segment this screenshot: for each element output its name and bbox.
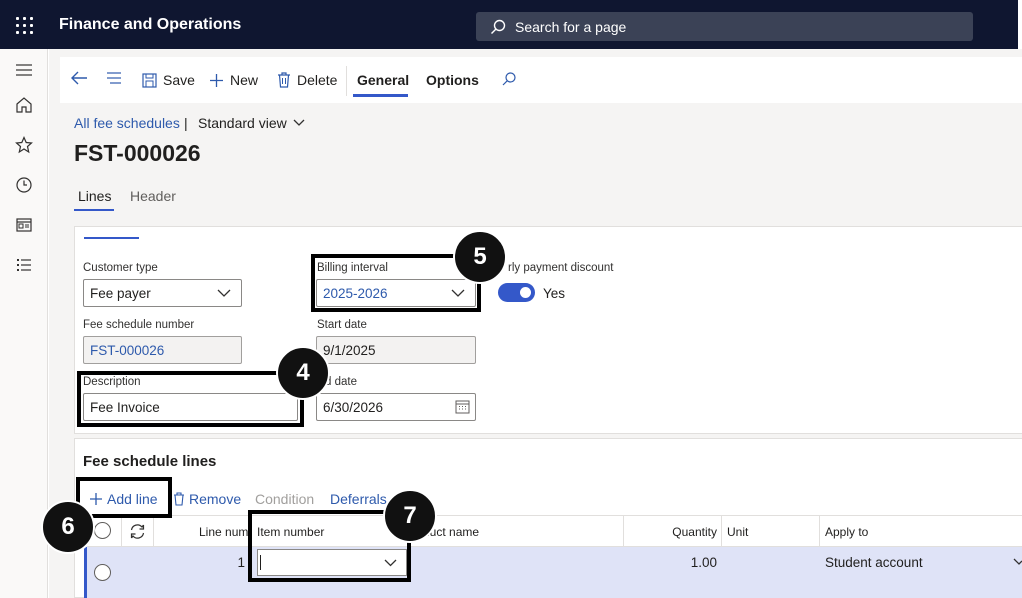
save-icon [142, 72, 157, 88]
trash-icon [174, 492, 184, 506]
tab-lines[interactable]: Lines [78, 188, 111, 204]
end-date-label: d date [325, 376, 357, 388]
deferrals-button[interactable]: Deferrals [330, 491, 387, 507]
search-icon [491, 19, 506, 34]
trash-icon [278, 72, 290, 88]
modules-list-icon[interactable] [15, 256, 33, 274]
view-selector[interactable]: Standard view [198, 115, 305, 131]
tab-lines-underline [74, 209, 114, 211]
end-date-input[interactable]: 6/30/2026 [316, 393, 476, 421]
page-title: FST-000026 [74, 140, 201, 166]
row-select-radio[interactable] [94, 564, 111, 581]
breadcrumb-separator: | [184, 115, 188, 131]
search-input[interactable]: Search for a page [476, 12, 973, 41]
search-placeholder: Search for a page [515, 19, 627, 35]
col-quantity[interactable]: Quantity [669, 525, 717, 539]
tab-header[interactable]: Header [130, 188, 176, 204]
callout-badge-4: 4 [276, 346, 330, 400]
customer-type-value: Fee payer [90, 286, 151, 301]
early-payment-value: Yes [543, 286, 566, 301]
hamburger-icon[interactable] [15, 61, 33, 79]
back-arrow-icon[interactable] [70, 70, 88, 86]
cell-quantity: 1.00 [690, 555, 717, 570]
callout-box-description [77, 371, 304, 427]
early-payment-discount-label: rly payment discount [508, 262, 614, 274]
new-button[interactable]: New [209, 72, 258, 88]
tab-general[interactable]: General [357, 72, 409, 88]
delete-label: Delete [297, 72, 338, 88]
delete-button[interactable]: Delete [277, 72, 337, 88]
grid-header-top [86, 515, 1022, 516]
fee-schedule-lines-title: Fee schedule lines [83, 453, 217, 470]
condition-button[interactable]: Condition [255, 491, 314, 507]
fee-schedule-number-label: Fee schedule number [83, 319, 195, 331]
home-icon[interactable] [15, 96, 33, 114]
topbar-edge [1018, 0, 1022, 49]
remove-button[interactable]: Remove [173, 491, 241, 507]
chevron-down-icon[interactable] [1013, 558, 1022, 566]
menu-lines-icon[interactable] [106, 71, 122, 85]
tab-options[interactable]: Options [426, 72, 479, 88]
star-icon[interactable] [15, 136, 33, 154]
start-date-field[interactable]: 9/1/2025 [316, 336, 476, 364]
new-label: New [230, 72, 259, 88]
cell-apply-to[interactable]: Student account [825, 555, 923, 570]
save-label: Save [163, 72, 195, 88]
end-date-value: 6/30/2026 [323, 400, 384, 415]
start-date-value: 9/1/2025 [323, 343, 376, 358]
save-button[interactable]: Save [142, 72, 195, 88]
col-line-number[interactable]: Line num [199, 525, 248, 539]
col-apply-to[interactable]: Apply to [825, 525, 868, 539]
row-selected-accent [84, 547, 87, 598]
action-divider [346, 66, 347, 96]
view-label: Standard view [198, 115, 287, 131]
breadcrumb-all-fee-schedules[interactable]: All fee schedules [74, 115, 180, 131]
callout-badge-5: 5 [453, 230, 507, 284]
chevron-down-icon [217, 289, 231, 297]
cell-line-number: 1 [237, 555, 245, 570]
early-payment-toggle[interactable] [498, 283, 535, 302]
col-unit[interactable]: Unit [727, 525, 748, 539]
start-date-label: Start date [317, 319, 367, 331]
action-pane [60, 57, 1022, 103]
tab-general-underline [353, 94, 408, 97]
remove-label: Remove [189, 491, 242, 507]
callout-badge-6: 6 [41, 500, 95, 554]
callout-badge-7: 7 [383, 489, 437, 543]
customer-type-select[interactable]: Fee payer [83, 279, 242, 307]
clock-icon[interactable] [15, 176, 33, 194]
fee-schedule-number-value: FST-000026 [90, 343, 165, 358]
select-all-radio[interactable] [94, 522, 111, 539]
left-navigation [0, 49, 48, 598]
card-accent [84, 237, 139, 239]
workspace-icon[interactable] [15, 216, 33, 234]
customer-type-label: Customer type [83, 262, 158, 274]
top-bar: Finance and Operations Search for a page [0, 0, 1022, 49]
refresh-icon[interactable] [129, 523, 146, 540]
calendar-icon[interactable] [455, 399, 470, 414]
app-title[interactable]: Finance and Operations [59, 16, 241, 34]
plus-icon [210, 73, 223, 87]
app-launcher-icon[interactable] [16, 17, 33, 34]
fee-schedule-number-field[interactable]: FST-000026 [83, 336, 242, 364]
action-search-icon[interactable] [501, 71, 517, 87]
chevron-down-icon [293, 119, 305, 126]
